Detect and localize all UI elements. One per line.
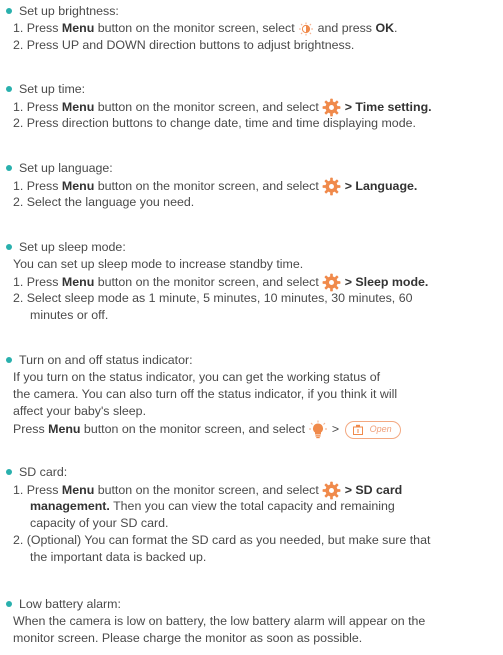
manual-page: Set up brightness: 1. Press Menu button … bbox=[0, 0, 503, 655]
bullet-icon bbox=[6, 164, 12, 171]
paragraph-line: When the camera is low on battery, the l… bbox=[13, 614, 426, 628]
paragraph-line: affect your baby's sleep. bbox=[13, 404, 147, 418]
bullet-icon bbox=[6, 600, 12, 607]
step-1: 1. Press Menu button on the monitor scre… bbox=[6, 273, 503, 292]
step-1-continued: capacity of your SD card. bbox=[30, 516, 169, 530]
step-2: 2. Select sleep mode as 1 minute, 5 minu… bbox=[13, 291, 413, 305]
bullet-icon bbox=[6, 85, 12, 92]
step-1: 1. Press Menu button on the monitor scre… bbox=[6, 177, 503, 196]
section-sd-card: SD card: 1. Press Menu button on the mon… bbox=[6, 464, 503, 566]
pill-label: Open bbox=[369, 424, 392, 434]
step-1: 1. Press Menu button on the monitor scre… bbox=[6, 481, 503, 500]
step-1: 1. Press Menu button on the monitor scre… bbox=[13, 21, 398, 36]
bullet-icon bbox=[6, 7, 12, 14]
section-title: Set up brightness: bbox=[19, 4, 119, 18]
step-2: 2. Press direction buttons to change dat… bbox=[13, 116, 416, 130]
bullet-icon bbox=[6, 356, 12, 363]
section-title: Turn on and off status indicator: bbox=[19, 353, 193, 367]
step-2: 2. Select the language you need. bbox=[13, 195, 195, 209]
section-title: Set up sleep mode: bbox=[19, 240, 126, 254]
section-sleep-mode: Set up sleep mode: You can set up sleep … bbox=[6, 239, 503, 324]
brightness-icon bbox=[299, 22, 314, 36]
section-low-battery: Low battery alarm: When the camera is lo… bbox=[6, 596, 503, 647]
indicator-icon bbox=[352, 424, 363, 435]
section-status-indicator: Turn on and off status indicator: If you… bbox=[6, 352, 503, 439]
section-language: Set up language: 1. Press Menu button on… bbox=[6, 160, 503, 211]
step-2-continued: minutes or off. bbox=[30, 308, 109, 322]
step-1-continued: management. Then you can view the total … bbox=[30, 499, 395, 513]
step-1: 1. Press Menu button on the monitor scre… bbox=[6, 98, 503, 117]
step-2: 2. (Optional) You can format the SD card… bbox=[13, 533, 431, 547]
paragraph-line: If you turn on the status indicator, you… bbox=[13, 370, 381, 384]
paragraph-line: the camera. You can also turn off the st… bbox=[13, 387, 398, 401]
status-indicator-toggle: Open bbox=[344, 420, 401, 439]
bulb-icon bbox=[309, 420, 328, 439]
section-title: Set up language: bbox=[19, 161, 113, 175]
bullet-icon bbox=[6, 243, 12, 250]
section-time: Set up time: 1. Press Menu button on the… bbox=[6, 81, 503, 132]
step-2-continued: the important data is backed up. bbox=[30, 550, 207, 564]
section-title: SD card: bbox=[19, 465, 68, 479]
intro-text: You can set up sleep mode to increase st… bbox=[13, 257, 304, 271]
paragraph-line: monitor screen. Please charge the monito… bbox=[13, 631, 363, 645]
section-title: Low battery alarm: bbox=[19, 597, 121, 611]
instruction-line: Press Menu button on the monitor screen,… bbox=[6, 420, 503, 439]
bullet-icon bbox=[6, 468, 12, 475]
section-title: Set up time: bbox=[19, 82, 86, 96]
step-2: 2. Press UP and DOWN direction buttons t… bbox=[13, 38, 355, 52]
gear-icon bbox=[322, 177, 341, 196]
section-brightness: Set up brightness: 1. Press Menu button … bbox=[6, 3, 503, 54]
